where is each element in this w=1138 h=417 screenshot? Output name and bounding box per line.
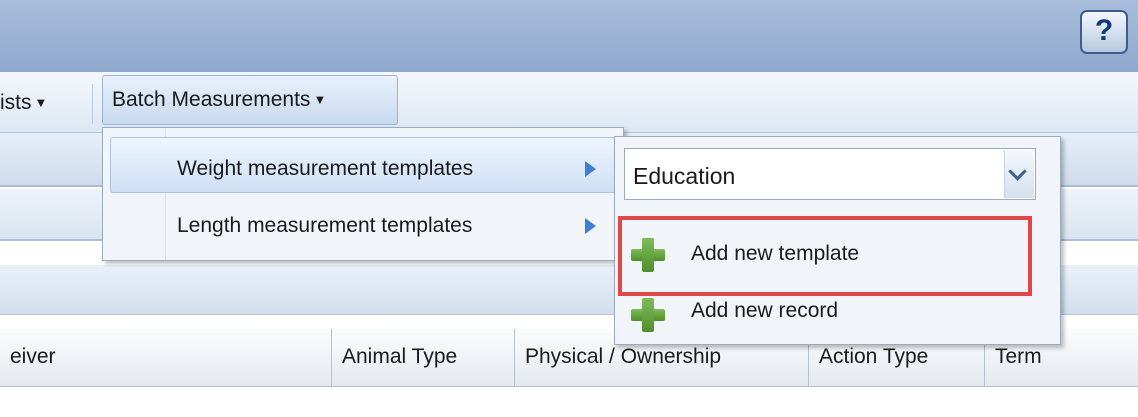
menu-batch-label: Batch Measurements	[112, 88, 311, 111]
caret-down-icon: ▼	[313, 92, 327, 107]
column-header-label: Animal Type	[342, 345, 458, 368]
submenu-arrow-icon	[585, 161, 596, 177]
menu-item-weight-label: Weight measurement templates	[177, 157, 474, 180]
plus-icon	[631, 298, 665, 332]
column-header-label: Action Type	[819, 345, 929, 368]
column-header-label: eiver	[10, 345, 56, 368]
column-header-animal-type[interactable]: Animal Type	[331, 329, 514, 387]
add-new-record-label: Add new record	[691, 299, 839, 322]
caret-down-icon: ▼	[34, 95, 48, 110]
submenu-arrow-icon	[585, 218, 596, 234]
column-header-label: Physical / Ownership	[525, 345, 722, 368]
table-row[interactable]	[0, 388, 1138, 417]
menu-lists-label: ists	[0, 91, 32, 114]
app-title-bar	[0, 0, 1138, 73]
template-group-value: Education	[633, 163, 736, 189]
menu-item-length-label: Length measurement templates	[177, 214, 473, 237]
callout-highlight-box	[618, 216, 1032, 296]
column-header-label: Term	[995, 345, 1042, 368]
menu-batch-measurements[interactable]: Batch Measurements ▼	[102, 75, 398, 125]
help-button[interactable]: ?	[1080, 10, 1128, 54]
menu-lists[interactable]: ists ▼	[0, 90, 47, 116]
column-header-receiver[interactable]: eiver	[0, 329, 331, 387]
menu-separator	[92, 84, 93, 124]
